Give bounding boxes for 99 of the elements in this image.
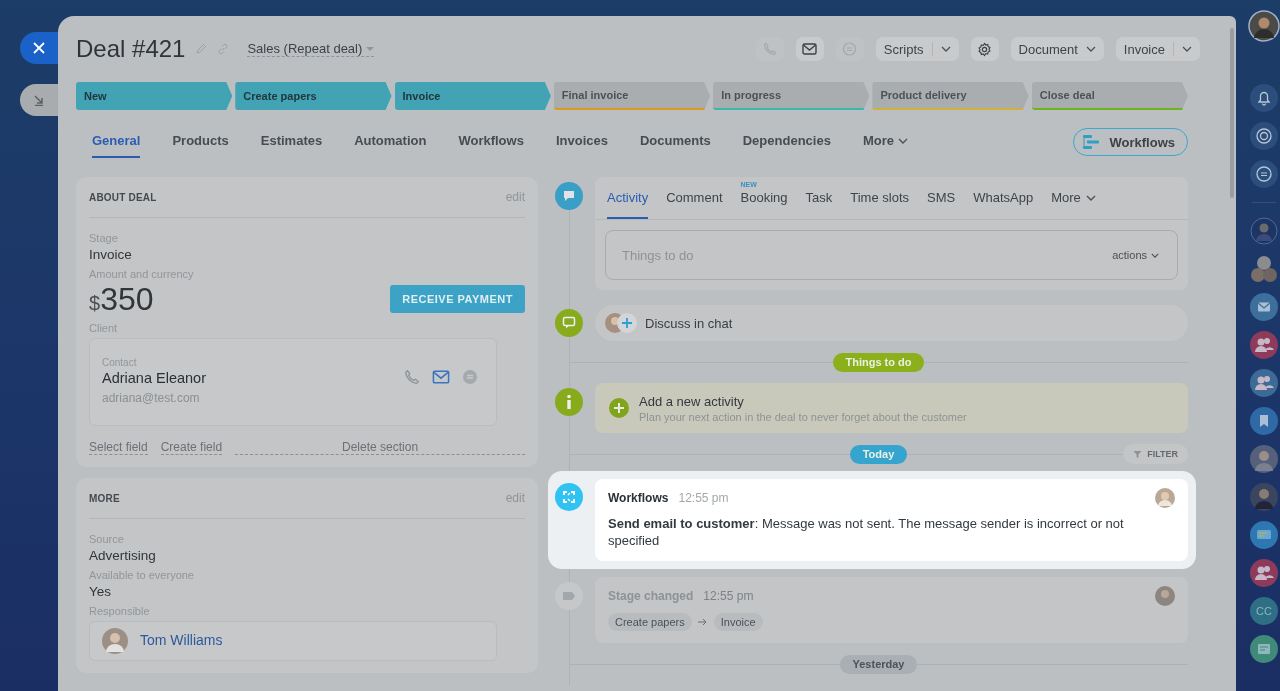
workflow-icon bbox=[555, 483, 583, 511]
close-icon bbox=[33, 42, 45, 54]
group-icon[interactable] bbox=[1250, 559, 1278, 587]
field-value: Yes bbox=[89, 584, 113, 599]
chat-icon[interactable] bbox=[1250, 160, 1278, 188]
date-label: Things to do bbox=[832, 352, 925, 372]
responsible-name[interactable]: Tom Williams bbox=[140, 632, 223, 648]
field-link[interactable]: Create field bbox=[160, 440, 223, 455]
filter-button[interactable]: FILTER bbox=[1123, 444, 1188, 464]
filter-icon bbox=[1133, 449, 1143, 459]
chevron-down-icon bbox=[1151, 252, 1159, 258]
target-icon[interactable] bbox=[1250, 122, 1278, 150]
receive-payment-button[interactable]: RECEIVE PAYMENT bbox=[390, 285, 525, 313]
chevron-down-icon bbox=[940, 46, 951, 52]
chat-label: Discuss in chat bbox=[645, 315, 733, 331]
entry-time: 12:55 pm bbox=[703, 589, 754, 603]
contact-name[interactable]: Adriana Eleanor bbox=[102, 370, 206, 386]
field-link[interactable]: Select field bbox=[89, 440, 148, 455]
stage-step[interactable]: Final invoice bbox=[553, 82, 711, 110]
tab[interactable]: Documents bbox=[623, 126, 727, 158]
delete-section-link[interactable]: Delete section bbox=[235, 440, 525, 455]
bell-icon[interactable] bbox=[1250, 84, 1278, 112]
mail-icon bbox=[802, 43, 818, 55]
composer-tab[interactable]: Time slots bbox=[850, 190, 909, 219]
composer-tab[interactable]: Comment bbox=[666, 190, 723, 219]
stage-chip: Invoice bbox=[713, 613, 763, 631]
avatar-add-icon bbox=[605, 313, 637, 333]
chat-icon bbox=[842, 41, 858, 57]
section-title: MORE bbox=[89, 492, 120, 504]
more-tab[interactable]: More bbox=[1051, 190, 1096, 219]
user-avatar-icon[interactable] bbox=[1248, 10, 1280, 42]
chevron-down-icon bbox=[1085, 194, 1096, 201]
date-label: Yesterday bbox=[839, 654, 918, 674]
mail-button[interactable] bbox=[795, 37, 824, 61]
avatar-icon[interactable] bbox=[1250, 483, 1278, 511]
actions-dropdown[interactable]: actions bbox=[1112, 249, 1159, 261]
stage-step[interactable]: Create papers bbox=[235, 82, 392, 110]
mail-icon[interactable] bbox=[1250, 293, 1278, 321]
message-icon[interactable] bbox=[1250, 521, 1278, 549]
composer-tab[interactable]: Task bbox=[805, 190, 833, 219]
comment-icon bbox=[555, 182, 583, 210]
avatar-icon bbox=[1155, 488, 1175, 508]
more-tab[interactable]: More bbox=[846, 126, 924, 158]
scripts-button[interactable]: Scripts bbox=[875, 37, 959, 61]
group-icon[interactable] bbox=[1250, 331, 1278, 359]
tab[interactable]: Products bbox=[156, 126, 245, 158]
minimize-icon bbox=[33, 94, 45, 106]
tab[interactable]: Estimates bbox=[244, 126, 339, 158]
stage-step[interactable]: In progress bbox=[713, 82, 870, 110]
info-icon bbox=[555, 388, 583, 416]
minimize-button[interactable] bbox=[20, 84, 58, 116]
tab[interactable]: Dependencies bbox=[726, 126, 847, 158]
pipeline-dropdown[interactable]: Sales (Repeat deal) bbox=[247, 41, 375, 57]
deal-title: Deal #421 bbox=[76, 35, 186, 63]
group-avatar-icon[interactable] bbox=[1250, 255, 1278, 283]
news-icon[interactable] bbox=[1250, 635, 1278, 663]
tab[interactable]: Workflows bbox=[442, 126, 540, 158]
avatar-icon bbox=[102, 628, 128, 654]
stage-step[interactable]: Product delivery bbox=[872, 82, 1029, 110]
avatar-icon[interactable] bbox=[1250, 445, 1278, 473]
stage-chip: Create papers bbox=[608, 613, 692, 631]
activity-title: Add a new activity bbox=[639, 393, 745, 409]
stage-step[interactable]: Close deal bbox=[1031, 82, 1188, 110]
initials-avatar[interactable]: CC bbox=[1250, 597, 1278, 625]
settings-icon bbox=[977, 41, 993, 57]
group-icon[interactable] bbox=[1250, 369, 1278, 397]
composer-tab[interactable]: SMS bbox=[927, 190, 956, 219]
avatar-icon bbox=[1155, 586, 1175, 606]
document-button[interactable]: Document bbox=[1010, 37, 1104, 61]
invoice-button[interactable]: Invoice bbox=[1115, 37, 1200, 61]
close-button[interactable] bbox=[20, 32, 58, 64]
composer-tab[interactable]: Activity bbox=[607, 190, 649, 219]
chevron-down-icon bbox=[1182, 46, 1192, 52]
entry-time: 12:55 pm bbox=[678, 491, 729, 505]
arrow-icon bbox=[697, 618, 708, 626]
composer-tab[interactable]: WhatsApp bbox=[973, 190, 1034, 219]
discuss-in-chat-card[interactable]: Discuss in chat bbox=[595, 305, 1188, 341]
chevron-down-icon bbox=[1085, 46, 1096, 52]
date-label: Today bbox=[849, 444, 908, 464]
entry-title: Workflows bbox=[608, 491, 669, 505]
tab[interactable]: Automation bbox=[338, 126, 443, 158]
tab[interactable]: Invoices bbox=[539, 126, 624, 158]
chat-icon bbox=[555, 309, 583, 337]
bookmark-icon[interactable] bbox=[1250, 407, 1278, 435]
amount-value: $350 bbox=[89, 280, 154, 318]
tab[interactable]: General bbox=[92, 126, 141, 158]
field-value: Advertising bbox=[89, 548, 157, 563]
settings-button[interactable] bbox=[970, 37, 999, 61]
stage-step[interactable]: New bbox=[76, 82, 233, 110]
workflows-icon bbox=[1081, 134, 1100, 150]
section-title: ABOUT DEAL bbox=[89, 191, 157, 203]
composer-tab[interactable]: Booking bbox=[740, 190, 788, 219]
mail-icon[interactable] bbox=[432, 370, 450, 384]
entry-message: Send email to customer: Message was not sent. The message sender is incorrect or not specified bbox=[608, 515, 1125, 549]
add-icon bbox=[609, 398, 629, 418]
stage-step[interactable]: Invoice bbox=[394, 82, 551, 110]
chevron-down-icon bbox=[897, 137, 908, 144]
field-value: Invoice bbox=[89, 247, 133, 262]
phone-icon bbox=[762, 42, 777, 56]
